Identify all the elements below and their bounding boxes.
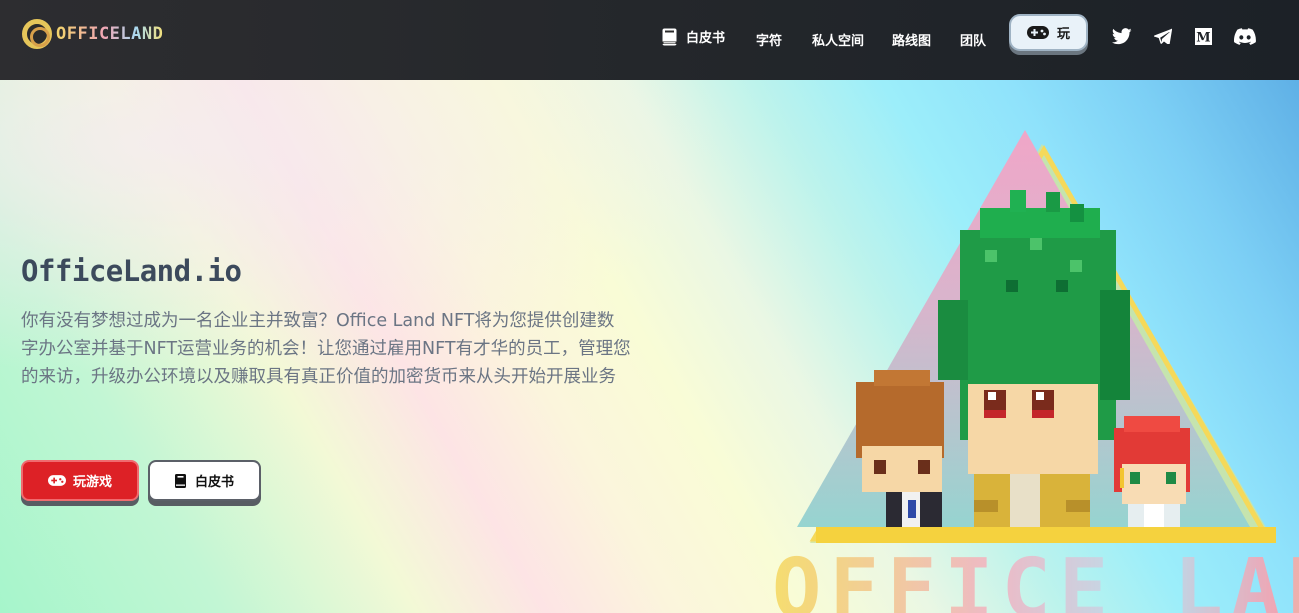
- hero-art-logo-text: OFFICE LAND: [772, 542, 1299, 613]
- logo-text: OFFICELAND: [56, 24, 164, 44]
- nav-whitepaper-label: 白皮书: [686, 31, 726, 46]
- book-icon: [174, 473, 186, 488]
- gamepad-icon: [1026, 26, 1049, 39]
- nav-team-link[interactable]: 团队: [960, 30, 986, 49]
- logo-ring-icon: [22, 19, 52, 49]
- svg-text:M: M: [1196, 30, 1210, 45]
- nav-private-space-link[interactable]: 私人空间: [812, 30, 864, 49]
- nav-roadmap-link[interactable]: 路线图: [892, 30, 931, 49]
- twitter-icon[interactable]: [1111, 26, 1133, 46]
- hero-section: OfficeLand.io 你有没有梦想过成为一名企业主并致富？Office L…: [0, 80, 1299, 613]
- play-game-button[interactable]: 玩游戏: [21, 460, 139, 501]
- nav-whitepaper-link[interactable]: 白皮书: [662, 27, 725, 46]
- whitepaper-button[interactable]: 白皮书: [148, 460, 261, 501]
- hero-description: 你有没有梦想过成为一名企业主并致富？Office Land NFT将为您提供创建…: [21, 311, 631, 387]
- whitepaper-label: 白皮书: [194, 475, 234, 490]
- nav-play-button[interactable]: 玩: [1009, 14, 1088, 51]
- hero-illustration: [797, 130, 1276, 543]
- book-icon: [662, 28, 677, 45]
- nav-runes-link[interactable]: 字符: [756, 30, 782, 49]
- gamepad-icon: [47, 475, 66, 486]
- navbar: OFFICELAND 白皮书 字符 私人空间 路线图 团队 玩 M: [0, 0, 1299, 80]
- brand-logo[interactable]: OFFICELAND: [22, 18, 163, 50]
- hero-title: OfficeLand.io: [21, 254, 242, 288]
- medium-icon[interactable]: M: [1192, 26, 1214, 46]
- play-game-label: 玩游戏: [72, 475, 112, 490]
- nav-play-label: 玩: [1056, 27, 1070, 42]
- discord-icon[interactable]: [1233, 26, 1257, 46]
- telegram-icon[interactable]: [1152, 26, 1174, 46]
